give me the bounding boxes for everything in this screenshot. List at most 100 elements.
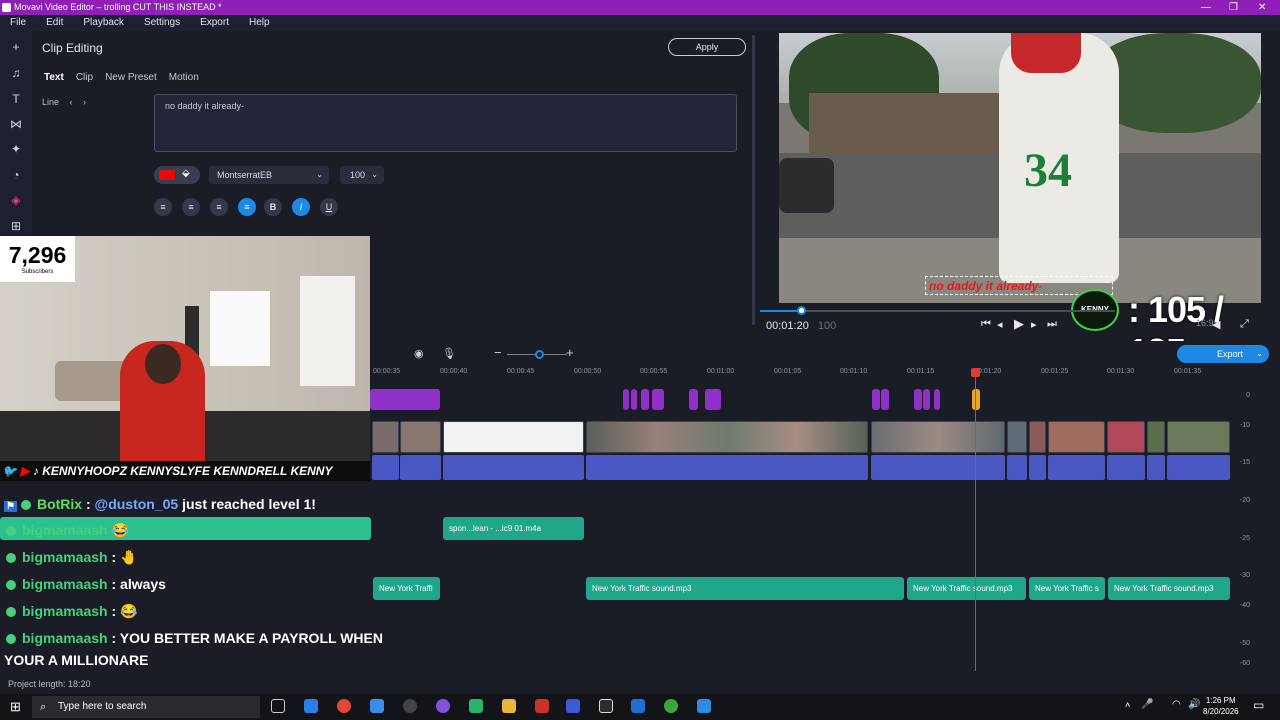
titles-icon[interactable]: T: [9, 92, 23, 106]
video-audio[interactable]: [400, 455, 441, 480]
video-audio[interactable]: [372, 455, 399, 480]
zoom-out-icon[interactable]: −: [494, 345, 502, 360]
video-clip[interactable]: [400, 421, 441, 453]
playhead[interactable]: [971, 368, 980, 671]
timeline-ruler[interactable]: 00:00:35 00:00:40 00:00:45 00:00:50 00:0…: [370, 366, 1230, 382]
menu-playback[interactable]: Playback: [73, 15, 134, 31]
title-clip[interactable]: [705, 389, 721, 410]
effects-icon[interactable]: ✦: [9, 142, 23, 156]
audio-clip[interactable]: New York Traffic sound.mp3: [907, 577, 1026, 600]
outlook-icon[interactable]: [631, 699, 645, 713]
app-icon[interactable]: [469, 699, 483, 713]
microphone-icon[interactable]: 🎙: [442, 347, 456, 360]
xbox-icon[interactable]: [664, 699, 678, 713]
taskbar-search[interactable]: ⌕ Type here to search: [32, 696, 260, 718]
skip-end-icon[interactable]: ⏭: [1047, 318, 1057, 331]
music-icon[interactable]: ♫: [9, 66, 23, 80]
video-clip[interactable]: [1107, 421, 1145, 453]
video-clip[interactable]: [1147, 421, 1165, 453]
underline-button[interactable]: U: [320, 198, 338, 216]
close-icon[interactable]: ✕: [1258, 0, 1266, 15]
title-clip-selected[interactable]: [972, 389, 980, 410]
video-clip[interactable]: [586, 421, 868, 453]
clock-icon[interactable]: ◔: [9, 168, 23, 182]
sticker-icon[interactable]: ◈: [9, 193, 23, 207]
obs-icon[interactable]: [403, 699, 417, 713]
speaker-icon[interactable]: 🔊: [1188, 699, 1200, 710]
tab-new-preset[interactable]: New Preset: [105, 72, 157, 83]
video-audio[interactable]: [1007, 455, 1027, 480]
play-icon[interactable]: ▶: [1014, 316, 1024, 332]
app-icon[interactable]: [697, 699, 711, 713]
menu-export[interactable]: Export: [190, 15, 239, 31]
more-tools-icon[interactable]: ⊞: [9, 219, 23, 233]
playback-progress-handle[interactable]: [797, 306, 806, 315]
capcut-icon[interactable]: [599, 699, 613, 713]
chrome-icon[interactable]: [337, 699, 351, 713]
title-clip[interactable]: [370, 389, 440, 410]
title-clip[interactable]: [914, 389, 922, 410]
title-clip[interactable]: [631, 389, 637, 410]
panel-scrollbar[interactable]: [752, 35, 755, 325]
italic-button[interactable]: I: [292, 198, 310, 216]
microphone-tray-icon[interactable]: 🎤: [1141, 699, 1153, 710]
tab-motion[interactable]: Motion: [169, 72, 199, 83]
font-select[interactable]: MontserratEB ⌄: [209, 166, 329, 184]
zoom-slider-handle[interactable]: [535, 350, 544, 359]
next-line-icon[interactable]: ›: [83, 97, 86, 107]
video-clip[interactable]: [1048, 421, 1105, 453]
title-clip[interactable]: [881, 389, 889, 410]
prev-line-icon[interactable]: ‹: [70, 97, 73, 107]
audio-clip[interactable]: New York Traffic sound.mp3: [586, 577, 904, 600]
step-forward-icon[interactable]: ▸: [1031, 318, 1037, 331]
store-icon[interactable]: [370, 699, 384, 713]
video-clip[interactable]: [1029, 421, 1046, 453]
bold-button[interactable]: B: [264, 198, 282, 216]
apply-button[interactable]: Apply: [668, 38, 746, 56]
title-clip[interactable]: [872, 389, 880, 410]
playback-progress-track[interactable]: [760, 310, 1115, 312]
text-color-button[interactable]: ⬙: [154, 166, 200, 184]
video-audio[interactable]: [1107, 455, 1145, 480]
task-view-icon[interactable]: [271, 699, 285, 713]
add-media-icon[interactable]: +: [9, 40, 23, 54]
export-button[interactable]: Export ⌄: [1177, 345, 1269, 363]
volume-icon[interactable]: ◀: [1212, 318, 1220, 331]
video-clip[interactable]: [1007, 421, 1027, 453]
title-clip[interactable]: [641, 389, 649, 410]
record-icon[interactable]: ◉: [414, 347, 424, 360]
transitions-icon[interactable]: ⋈: [9, 117, 23, 131]
video-clip[interactable]: [1167, 421, 1230, 453]
folder-icon[interactable]: [502, 699, 516, 713]
video-clip[interactable]: [871, 421, 1005, 453]
video-preview[interactable]: 34 no daddy it already-: [779, 33, 1261, 303]
playhead-handle[interactable]: [971, 368, 980, 377]
video-audio[interactable]: [871, 455, 1005, 480]
video-audio[interactable]: [586, 455, 868, 480]
notification-icon[interactable]: ▭: [1253, 698, 1264, 712]
chevron-down-icon[interactable]: ⌄: [1256, 345, 1263, 363]
discord-icon[interactable]: [436, 699, 450, 713]
windows-start-icon[interactable]: ⊞: [10, 699, 21, 715]
menu-file[interactable]: File: [0, 15, 36, 31]
video-audio[interactable]: [1167, 455, 1230, 480]
skip-start-icon[interactable]: ⏮: [981, 318, 991, 331]
menu-help[interactable]: Help: [239, 15, 280, 31]
audio-clip[interactable]: spon...lean - ...ic9 01.m4a: [443, 517, 584, 540]
step-back-icon[interactable]: ◂: [997, 318, 1003, 331]
align-justify-button[interactable]: ≡: [210, 198, 228, 216]
minimize-icon[interactable]: —: [1201, 0, 1211, 15]
text-input[interactable]: no daddy it already-: [154, 94, 737, 152]
audio-clip[interactable]: New York Traffic sound.mp3: [1108, 577, 1230, 600]
menu-settings[interactable]: Settings: [134, 15, 190, 31]
title-clip[interactable]: [652, 389, 664, 410]
copilot-icon[interactable]: [304, 699, 318, 713]
audio-clip[interactable]: New York Traffic s: [1029, 577, 1105, 600]
video-clip[interactable]: [443, 421, 584, 453]
font-size-select[interactable]: 100 ⌄: [340, 166, 384, 184]
aspect-ratio[interactable]: 16:9: [1196, 318, 1214, 328]
video-audio[interactable]: [1048, 455, 1105, 480]
system-clock[interactable]: 1:26 PM 8/20/2026: [1203, 695, 1239, 717]
audio-clip[interactable]: New York Traffi: [373, 577, 440, 600]
menu-edit[interactable]: Edit: [36, 15, 73, 31]
